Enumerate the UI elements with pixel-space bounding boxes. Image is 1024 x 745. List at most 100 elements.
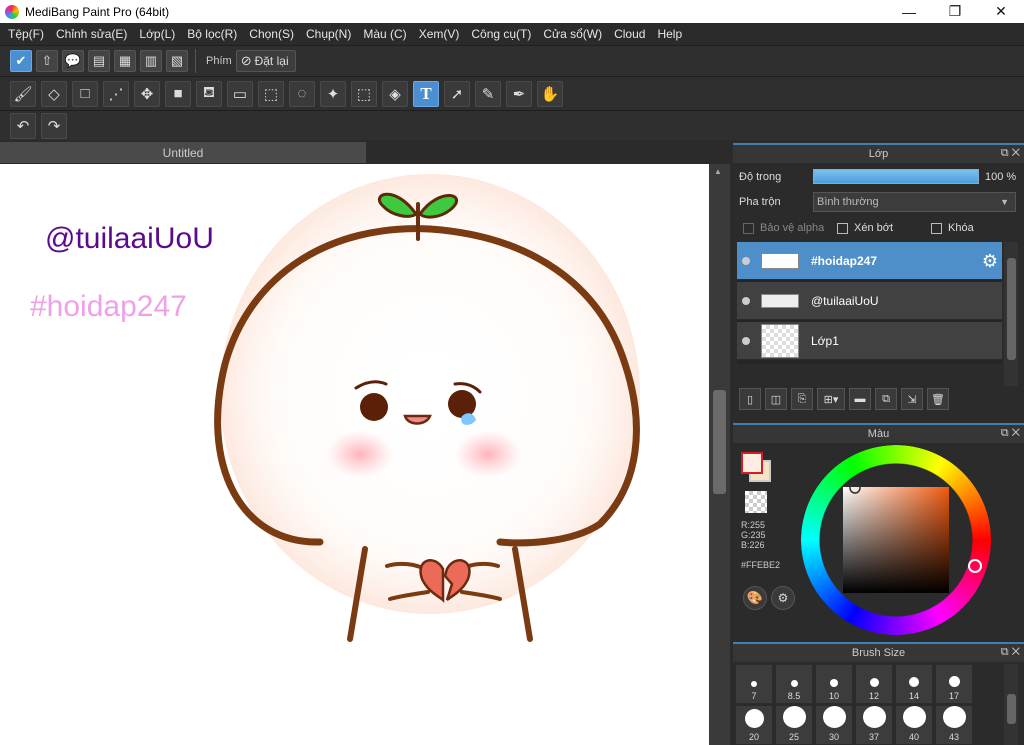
reset-button[interactable]: ⊘ Đặt lại <box>235 50 296 72</box>
layer-scrollbar[interactable] <box>1004 242 1018 386</box>
menu-edit[interactable]: Chỉnh sửa(E) <box>52 27 135 41</box>
trash-icon[interactable]: 🗑 <box>927 388 949 410</box>
brush-size-item[interactable]: 12 <box>855 664 893 704</box>
dot-tool-icon[interactable]: ⋰ <box>103 80 129 107</box>
color-wheel[interactable] <box>801 445 991 635</box>
menu-tools[interactable]: Công cụ(T) <box>467 27 539 41</box>
page-icon[interactable]: ▦ <box>114 50 136 72</box>
layer-thumbnail <box>761 252 799 269</box>
eyedropper-icon[interactable]: ✒ <box>506 80 532 107</box>
protect-alpha-option[interactable]: Bảo vệ alpha <box>743 222 824 234</box>
brush-panel-controls[interactable]: ⧉ ✕ <box>1001 646 1020 659</box>
blend-mode-select[interactable]: Bình thường ▼ <box>813 192 1016 212</box>
layer-item[interactable]: Lớp1 <box>737 322 1002 360</box>
menu-window[interactable]: Cửa sổ(W) <box>539 27 610 41</box>
lock-checkbox[interactable] <box>931 222 942 234</box>
rectangle-tool-icon[interactable]: □ <box>72 80 98 107</box>
add-layer-menu-icon[interactable]: ⊞▾ <box>817 388 845 410</box>
copy-layer-icon[interactable]: ⧉ <box>875 388 897 410</box>
brush-size-item[interactable]: 8.5 <box>775 664 813 704</box>
menu-select[interactable]: Chọn(S) <box>245 27 302 41</box>
brush-scrollbar[interactable] <box>1004 664 1018 745</box>
panel-layout-icon[interactable]: ▥ <box>140 50 162 72</box>
select-pen-icon[interactable]: ⬚ <box>351 80 377 107</box>
speech-bubble-icon[interactable]: 💬 <box>62 50 84 72</box>
operation-tool-icon[interactable]: ➚ <box>444 80 470 107</box>
layer-item[interactable]: #hoidap247 ⚙ <box>737 242 1002 280</box>
new-color-layer-icon[interactable]: ◫ <box>765 388 787 410</box>
drawing-canvas[interactable]: @tuilaaiUoU #hoidap247 <box>0 164 709 745</box>
brush-size-item[interactable]: 43 <box>935 705 973 745</box>
layer-scroll-thumb[interactable] <box>1007 258 1016 360</box>
comment-icon[interactable]: ▤ <box>88 50 110 72</box>
gear-icon[interactable]: ⚙ <box>982 251 998 272</box>
brush-size-item[interactable]: 14 <box>895 664 933 704</box>
hand-tool-icon[interactable]: ✋ <box>537 80 563 107</box>
reset-icon: ⊘ <box>240 53 252 68</box>
visibility-icon[interactable] <box>742 256 750 265</box>
clip-option[interactable]: Xén bớt <box>837 222 893 234</box>
eraser-tool-icon[interactable]: ◇ <box>41 80 67 107</box>
color-panel-header: Màu ⧉ ✕ <box>733 423 1024 443</box>
brush-size-item[interactable]: 17 <box>935 664 973 704</box>
duplicate-layer-icon[interactable]: ⎘ <box>791 388 813 410</box>
canvas-scroll-thumb[interactable] <box>713 390 726 494</box>
menu-snap[interactable]: Chụp(N) <box>302 27 359 41</box>
menu-color[interactable]: Màu (C) <box>359 27 414 41</box>
protect-alpha-checkbox[interactable] <box>743 222 754 234</box>
menu-help[interactable]: Help <box>653 27 690 41</box>
menu-file[interactable]: Tệp(F) <box>4 27 52 41</box>
redo-icon[interactable]: ↷ <box>41 112 67 139</box>
clip-checkbox[interactable] <box>837 222 848 234</box>
primary-color-swatch[interactable] <box>741 452 763 474</box>
visibility-icon[interactable] <box>742 336 750 345</box>
merge-down-icon[interactable]: ⇲ <box>901 388 923 410</box>
palette-icon[interactable]: 🎨 <box>743 586 767 610</box>
brush-size-item[interactable]: 40 <box>895 705 933 745</box>
select-rect-icon[interactable]: ⬚ <box>258 80 284 107</box>
maximize-button[interactable]: ❐ <box>932 0 978 23</box>
transparent-color-swatch[interactable] <box>745 491 767 513</box>
folder-icon[interactable]: ▬ <box>849 388 871 410</box>
palette-settings-icon[interactable]: ⚙ <box>771 586 795 610</box>
move-tool-icon[interactable]: ✥ <box>134 80 160 107</box>
brush-size-item[interactable]: 20 <box>735 705 773 745</box>
select-eraser-icon[interactable]: ◈ <box>382 80 408 107</box>
layer-item[interactable]: @tuilaaiUoU <box>737 282 1002 320</box>
visibility-icon[interactable] <box>742 296 750 305</box>
brush-size-label: 37 <box>868 732 879 742</box>
brush-scroll-thumb[interactable] <box>1007 694 1016 724</box>
minimize-button[interactable]: — <box>886 0 932 23</box>
brush-dot <box>830 679 838 687</box>
brush-size-item[interactable]: 7 <box>735 664 773 704</box>
brush-size-item[interactable]: 25 <box>775 705 813 745</box>
divide-tool-icon[interactable]: ✎ <box>475 80 501 107</box>
canvas-scrollbar[interactable]: ▲ <box>709 164 730 745</box>
menu-filter[interactable]: Bộ lọc(R) <box>183 27 245 41</box>
gradient-tool-icon[interactable]: ▭ <box>227 80 253 107</box>
bucket-tool-icon[interactable]: ⛾ <box>196 80 222 107</box>
opacity-slider[interactable] <box>813 169 979 184</box>
lock-option[interactable]: Khóa <box>931 222 974 234</box>
brush-size-item[interactable]: 30 <box>815 705 853 745</box>
undo-icon[interactable]: ↶ <box>10 112 36 139</box>
menu-layer[interactable]: Lớp(L) <box>135 27 183 41</box>
brush-size-item[interactable]: 37 <box>855 705 893 745</box>
share-icon[interactable]: ⇧ <box>36 50 58 72</box>
brush-tool-icon[interactable]: 🖌 <box>10 80 36 107</box>
color-panel-controls[interactable]: ⧉ ✕ <box>1001 427 1020 440</box>
magic-wand-icon[interactable]: ✦ <box>320 80 346 107</box>
cloud-save-icon[interactable]: ✔ <box>10 50 32 72</box>
menu-cloud[interactable]: Cloud <box>610 27 653 41</box>
layer-panel-controls[interactable]: ⧉ ✕ <box>1001 147 1020 160</box>
scroll-up-icon[interactable]: ▲ <box>714 167 722 176</box>
menu-view[interactable]: Xem(V) <box>415 27 468 41</box>
panel-edit-icon[interactable]: ▧ <box>166 50 188 72</box>
close-button[interactable]: ✕ <box>978 0 1024 23</box>
document-tab[interactable]: Untitled <box>0 142 366 163</box>
new-layer-icon[interactable]: ▯ <box>739 388 761 410</box>
text-tool-icon[interactable]: T <box>413 80 439 107</box>
lasso-tool-icon[interactable]: ◌ <box>289 80 315 107</box>
fill-rectangle-icon[interactable]: ■ <box>165 80 191 107</box>
brush-size-item[interactable]: 10 <box>815 664 853 704</box>
